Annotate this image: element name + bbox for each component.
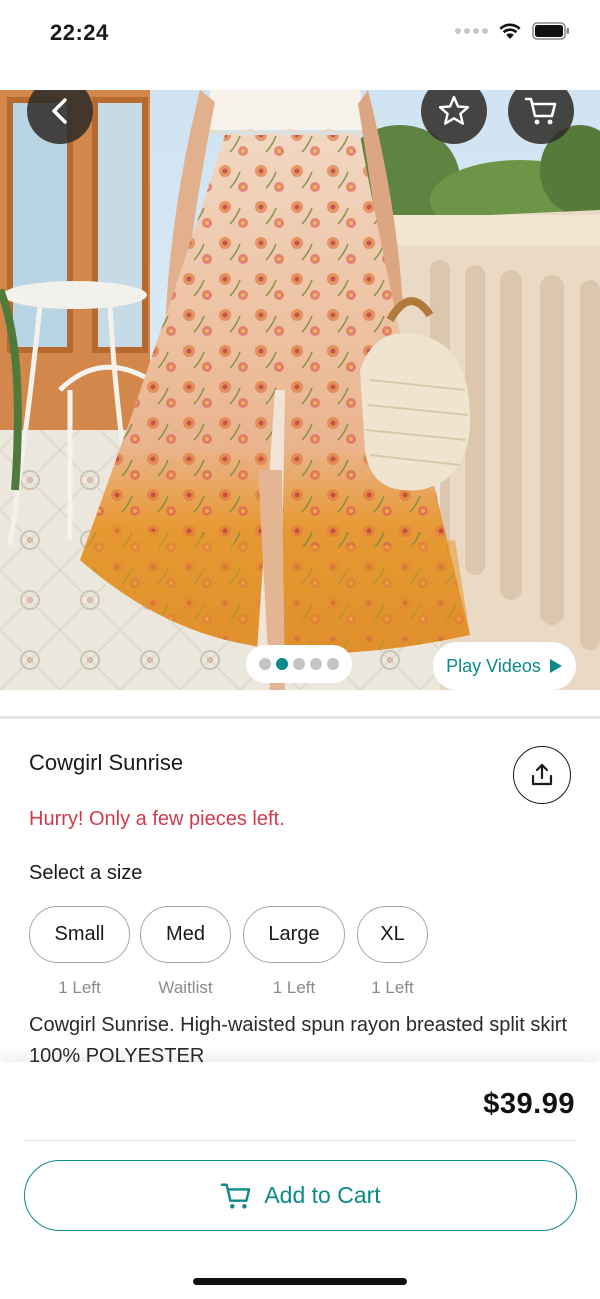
pager-dot[interactable]	[259, 658, 271, 670]
star-icon	[438, 95, 470, 125]
chevron-left-icon	[52, 98, 67, 124]
size-option-small[interactable]: Small	[29, 906, 130, 963]
play-videos-button[interactable]: Play Videos	[433, 642, 576, 690]
panel-divider	[24, 1140, 576, 1141]
select-size-label: Select a size	[29, 862, 143, 884]
stock-warning: Hurry! Only a few pieces left.	[29, 808, 285, 830]
cart-icon	[221, 1183, 251, 1209]
product-price: $39.99	[483, 1088, 575, 1120]
size-option-xl[interactable]: XL	[357, 906, 428, 963]
pager-dot[interactable]	[327, 658, 339, 670]
cart-icon	[524, 97, 557, 125]
size-stock-note: 1 Left	[371, 978, 414, 997]
section-divider	[0, 716, 600, 719]
status-time: 22:24	[50, 20, 109, 45]
battery-icon	[532, 22, 569, 40]
size-option-large[interactable]: Large	[243, 906, 345, 963]
checkout-panel: $39.99 Add to Cart	[0, 1062, 600, 1299]
share-button[interactable]	[513, 746, 571, 804]
pager-dot[interactable]	[293, 658, 305, 670]
product-image-carousel[interactable]: Play Videos	[0, 90, 600, 690]
size-stock-note: 1 Left	[58, 978, 101, 997]
share-icon	[531, 763, 553, 786]
home-indicator	[193, 1278, 407, 1285]
size-stock-note: Waitlist	[158, 978, 213, 997]
status-bar: 22:24	[0, 0, 600, 68]
play-icon	[549, 659, 562, 673]
add-to-cart-button[interactable]: Add to Cart	[24, 1160, 577, 1231]
wifi-icon	[499, 23, 521, 39]
pager-dot-active[interactable]	[276, 658, 288, 670]
play-videos-label: Play Videos	[446, 655, 541, 676]
product-photo	[0, 90, 600, 690]
add-to-cart-label: Add to Cart	[264, 1182, 381, 1208]
cellular-signal-icon	[455, 28, 488, 34]
size-stock-note: 1 Left	[272, 978, 316, 997]
carousel-pager[interactable]	[246, 645, 352, 683]
pager-dot[interactable]	[310, 658, 322, 670]
status-icons	[455, 22, 570, 40]
size-option-med[interactable]: Med	[140, 906, 231, 963]
product-title: Cowgirl Sunrise	[29, 750, 184, 775]
